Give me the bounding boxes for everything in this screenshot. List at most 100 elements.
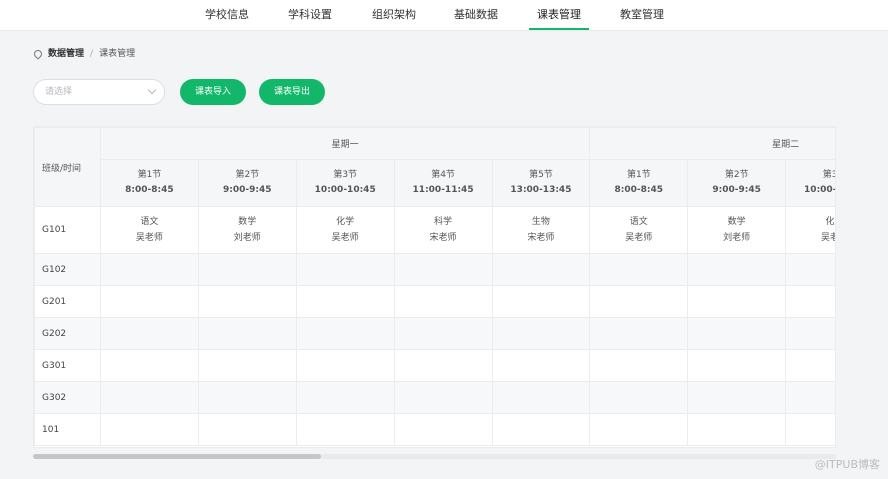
table-row: G201 xyxy=(34,285,835,318)
lesson-cell[interactable]: 语文 吴老师 xyxy=(100,206,199,254)
top-nav: 学校信息 学科设置 组织架构 基础数据 课表管理 教室管理 xyxy=(0,0,888,31)
class-name-cell: G201 xyxy=(34,285,101,318)
lesson-cell[interactable] xyxy=(589,285,689,318)
chevron-down-icon xyxy=(147,85,157,95)
lesson-cell[interactable] xyxy=(197,349,297,382)
watermark: @ITPUB博客 xyxy=(814,458,880,471)
lesson-cell[interactable] xyxy=(589,317,689,350)
lesson-cell[interactable] xyxy=(393,253,493,286)
lesson-subject: 化学 xyxy=(336,217,355,227)
lesson-cell[interactable] xyxy=(295,285,395,318)
lesson-cell[interactable] xyxy=(589,381,689,414)
period-header: 第2节 9:00-9:45 xyxy=(197,159,297,207)
lesson-cell[interactable] xyxy=(785,413,835,446)
lesson-cell[interactable] xyxy=(100,285,199,318)
breadcrumb-data-management[interactable]: 数据管理 xyxy=(48,46,84,62)
lesson-cell[interactable] xyxy=(197,253,297,286)
lesson-cell[interactable] xyxy=(295,349,395,382)
lesson-cell[interactable] xyxy=(687,317,787,350)
lesson-cell[interactable] xyxy=(197,317,297,350)
import-timetable-button[interactable]: 课表导入 xyxy=(180,79,246,105)
period-header: 第1节 8:00-8:45 xyxy=(100,159,199,207)
lesson-cell[interactable] xyxy=(491,413,591,446)
export-timetable-button[interactable]: 课表导出 xyxy=(259,79,325,105)
period-time: 13:00-13:45 xyxy=(510,185,572,195)
lesson-cell[interactable]: 数学 刘老师 xyxy=(197,206,297,254)
lesson-cell[interactable] xyxy=(785,317,835,350)
lesson-subject: 数学 xyxy=(727,217,746,227)
lesson-cell[interactable] xyxy=(491,317,591,350)
lesson-cell[interactable] xyxy=(687,285,787,318)
lesson-cell[interactable] xyxy=(687,349,787,382)
period-name: 第5节 xyxy=(529,170,553,180)
lesson-cell[interactable] xyxy=(100,413,199,446)
lesson-cell[interactable] xyxy=(393,413,493,446)
period-name: 第1节 xyxy=(137,170,162,180)
lesson-cell[interactable]: 语文 吴老师 xyxy=(589,206,689,254)
period-time: 8:00-8:45 xyxy=(614,185,664,195)
nav-item-timetable[interactable]: 课表管理 xyxy=(529,0,589,30)
lesson-teacher: 吴老师 xyxy=(331,233,359,243)
nav-item-subject-settings[interactable]: 学科设置 xyxy=(284,0,336,30)
lesson-cell[interactable] xyxy=(295,381,395,414)
lesson-cell[interactable] xyxy=(197,413,297,446)
period-name: 第1节 xyxy=(626,170,651,180)
lesson-teacher: 吴老师 xyxy=(625,233,653,243)
lesson-subject: 数学 xyxy=(238,217,257,227)
lesson-cell[interactable] xyxy=(785,285,835,318)
lesson-cell[interactable] xyxy=(295,253,395,286)
lesson-subject: 化学 xyxy=(825,217,835,227)
lesson-cell[interactable] xyxy=(393,349,493,382)
lesson-subject: 语文 xyxy=(140,217,159,227)
nav-item-org-structure[interactable]: 组织架构 xyxy=(368,0,420,30)
lesson-cell[interactable] xyxy=(197,285,297,318)
lesson-cell[interactable] xyxy=(393,285,493,318)
select-placeholder: 请选择 xyxy=(45,87,73,97)
lesson-cell[interactable] xyxy=(100,317,199,350)
lesson-cell[interactable]: 生物 宋老师 xyxy=(491,206,591,254)
nav-item-classroom[interactable]: 教室管理 xyxy=(616,0,668,30)
lesson-cell[interactable] xyxy=(491,285,591,318)
lesson-cell[interactable] xyxy=(491,253,591,286)
lesson-cell[interactable] xyxy=(785,253,835,286)
class-name-cell: 101 xyxy=(34,413,101,446)
lesson-cell[interactable] xyxy=(100,253,199,286)
lesson-cell[interactable] xyxy=(589,413,689,446)
lesson-cell[interactable] xyxy=(197,381,297,414)
lesson-cell[interactable] xyxy=(785,381,835,414)
lesson-teacher: 吴老师 xyxy=(135,233,163,243)
lesson-cell[interactable] xyxy=(491,349,591,382)
timetable-table: 班级/时间 星期一 星期二 第1节 8:00-8:45 第2节 9:00-9:45 第3… xyxy=(34,127,835,446)
lesson-subject: 语文 xyxy=(629,217,648,227)
lesson-cell[interactable] xyxy=(393,317,493,350)
lesson-cell[interactable] xyxy=(393,381,493,414)
lesson-cell[interactable] xyxy=(589,253,689,286)
lesson-subject: 生物 xyxy=(531,217,550,227)
breadcrumb-timetable: 课表管理 xyxy=(99,49,136,59)
lesson-cell[interactable] xyxy=(491,381,591,414)
lesson-cell[interactable] xyxy=(785,349,835,382)
lesson-cell[interactable] xyxy=(589,349,689,382)
lesson-cell[interactable] xyxy=(295,413,395,446)
lesson-cell[interactable] xyxy=(100,349,199,382)
lesson-cell[interactable]: 数学 刘老师 xyxy=(687,206,787,254)
nav-item-school-info[interactable]: 学校信息 xyxy=(201,0,253,30)
lesson-teacher: 刘老师 xyxy=(233,233,261,243)
timetable-table-container[interactable]: 班级/时间 星期一 星期二 第1节 8:00-8:45 第2节 9:00-9:45 第3… xyxy=(33,126,836,448)
nav-item-basic-data[interactable]: 基础数据 xyxy=(450,0,502,30)
horizontal-scrollbar[interactable] xyxy=(33,454,836,459)
lesson-cell[interactable] xyxy=(100,381,199,414)
lesson-cell[interactable] xyxy=(687,253,787,286)
class-select[interactable]: 请选择 xyxy=(33,79,165,105)
lesson-cell[interactable] xyxy=(687,381,787,414)
lesson-cell[interactable]: 科学 宋老师 xyxy=(393,206,493,254)
table-row: G202 xyxy=(34,317,835,350)
lesson-cell[interactable] xyxy=(687,413,787,446)
day-header-monday: 星期一 xyxy=(99,127,591,160)
lesson-cell[interactable]: 化学吴老师 xyxy=(295,206,395,254)
scrollbar-thumb[interactable] xyxy=(33,454,321,459)
lesson-cell[interactable]: 化学吴老师 xyxy=(785,206,835,254)
breadcrumb: 数据管理 / 课表管理 xyxy=(32,46,136,62)
lesson-cell[interactable] xyxy=(295,317,395,350)
class-name-cell: G101 xyxy=(34,206,101,254)
